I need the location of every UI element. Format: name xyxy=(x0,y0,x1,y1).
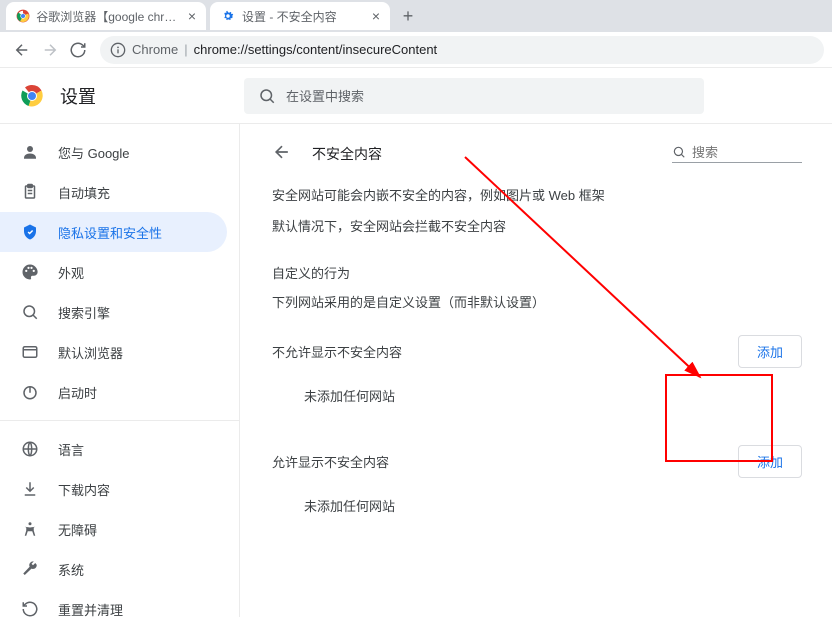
sidebar-item-autofill[interactable]: 自动填充 xyxy=(0,172,227,212)
allow-empty-text: 未添加任何网站 xyxy=(304,496,802,515)
content-back-icon[interactable] xyxy=(272,142,292,165)
download-icon xyxy=(20,480,40,498)
add-allow-button[interactable]: 添加 xyxy=(738,445,802,478)
browser-tab-0[interactable]: 谷歌浏览器【google chrome】 × xyxy=(6,2,206,30)
tab-close-icon[interactable]: × xyxy=(372,8,380,24)
restore-icon xyxy=(20,600,40,617)
browser-icon xyxy=(20,343,40,361)
sidebar-item-search-engine[interactable]: 搜索引擎 xyxy=(0,292,227,332)
content-description-2: 默认情况下，安全网站会拦截不安全内容 xyxy=(272,216,802,235)
allow-label: 允许显示不安全内容 xyxy=(272,452,389,471)
new-tab-button[interactable]: + xyxy=(394,2,422,30)
globe-icon xyxy=(20,440,40,458)
tab-title: 设置 - 不安全内容 xyxy=(242,8,337,25)
site-info-icon[interactable]: Chrome xyxy=(110,42,178,58)
search-icon xyxy=(258,87,276,105)
sidebar-item-system[interactable]: 系统 xyxy=(0,549,227,589)
custom-behavior-desc: 下列网站采用的是自定义设置（而非默认设置） xyxy=(272,292,802,311)
sidebar-item-you-and-google[interactable]: 您与 Google xyxy=(0,132,227,172)
sidebar-label: 重置并清理 xyxy=(58,600,123,617)
omnibox-separator: | xyxy=(184,42,187,57)
content-title: 不安全内容 xyxy=(312,144,382,164)
tab-close-icon[interactable]: × xyxy=(188,8,196,24)
settings-content: 不安全内容 安全网站可能会内嵌不安全的内容，例如图片或 Web 框架 默认情况下… xyxy=(240,124,832,617)
sidebar-item-downloads[interactable]: 下载内容 xyxy=(0,469,227,509)
content-search[interactable] xyxy=(672,145,802,163)
sidebar-divider xyxy=(0,420,239,421)
sidebar-label: 外观 xyxy=(58,263,84,282)
sidebar-label: 搜索引擎 xyxy=(58,303,110,322)
add-block-button[interactable]: 添加 xyxy=(738,335,802,368)
palette-icon xyxy=(20,263,40,281)
sidebar-label: 语言 xyxy=(58,440,84,459)
browser-tabstrip: 谷歌浏览器【google chrome】 × 设置 - 不安全内容 × + xyxy=(0,0,832,32)
settings-title: 设置 xyxy=(60,83,96,109)
block-row: 不允许显示不安全内容 添加 xyxy=(272,335,802,368)
sidebar-item-reset[interactable]: 重置并清理 xyxy=(0,589,227,617)
power-icon xyxy=(20,383,40,401)
reload-icon[interactable] xyxy=(64,36,92,64)
accessibility-icon xyxy=(20,520,40,538)
wrench-icon xyxy=(20,560,40,578)
custom-behavior-title: 自定义的行为 xyxy=(272,263,802,282)
back-icon[interactable] xyxy=(8,36,36,64)
content-description-1: 安全网站可能会内嵌不安全的内容，例如图片或 Web 框架 xyxy=(272,185,802,204)
address-bar[interactable]: Chrome | chrome://settings/content/insec… xyxy=(100,36,824,64)
forward-icon[interactable] xyxy=(36,36,64,64)
omnibox-prefix: Chrome xyxy=(132,42,178,57)
sidebar-label: 隐私设置和安全性 xyxy=(58,223,162,242)
sidebar-item-default-browser[interactable]: 默认浏览器 xyxy=(0,332,227,372)
sidebar-item-languages[interactable]: 语言 xyxy=(0,429,227,469)
search-icon xyxy=(20,303,40,321)
sidebar-label: 启动时 xyxy=(58,383,97,402)
allow-row: 允许显示不安全内容 添加 xyxy=(272,445,802,478)
chrome-logo-icon xyxy=(20,84,44,108)
sidebar-item-appearance[interactable]: 外观 xyxy=(0,252,227,292)
browser-tab-1[interactable]: 设置 - 不安全内容 × xyxy=(210,2,390,30)
browser-toolbar: Chrome | chrome://settings/content/insec… xyxy=(0,32,832,68)
sidebar-item-accessibility[interactable]: 无障碍 xyxy=(0,509,227,549)
sidebar-label: 系统 xyxy=(58,560,84,579)
content-search-input[interactable] xyxy=(692,145,782,160)
settings-search[interactable]: 在设置中搜索 xyxy=(244,78,704,114)
sidebar-item-on-startup[interactable]: 启动时 xyxy=(0,372,227,412)
settings-body: 您与 Google 自动填充 隐私设置和安全性 外观 搜索引擎 默认浏览器 启动… xyxy=(0,124,832,617)
block-empty-text: 未添加任何网站 xyxy=(304,386,802,405)
tab-title: 谷歌浏览器【google chrome】 xyxy=(36,8,182,25)
sidebar-label: 下载内容 xyxy=(58,480,110,499)
sidebar-label: 自动填充 xyxy=(58,183,110,202)
sidebar-label: 无障碍 xyxy=(58,520,97,539)
block-label: 不允许显示不安全内容 xyxy=(272,342,402,361)
gear-icon xyxy=(220,8,236,24)
clipboard-icon xyxy=(20,183,40,201)
search-icon xyxy=(672,145,686,159)
sidebar-label: 默认浏览器 xyxy=(58,343,123,362)
person-icon xyxy=(20,143,40,161)
sidebar-item-privacy-security[interactable]: 隐私设置和安全性 xyxy=(0,212,227,252)
content-header: 不安全内容 xyxy=(272,142,802,165)
sidebar-label: 您与 Google xyxy=(58,143,130,162)
chrome-icon xyxy=(16,8,30,24)
settings-sidebar: 您与 Google 自动填充 隐私设置和安全性 外观 搜索引擎 默认浏览器 启动… xyxy=(0,124,240,617)
omnibox-url: chrome://settings/content/insecureConten… xyxy=(194,42,438,57)
settings-header: 设置 在设置中搜索 xyxy=(0,68,832,124)
shield-icon xyxy=(20,223,40,241)
settings-search-placeholder: 在设置中搜索 xyxy=(286,86,364,105)
